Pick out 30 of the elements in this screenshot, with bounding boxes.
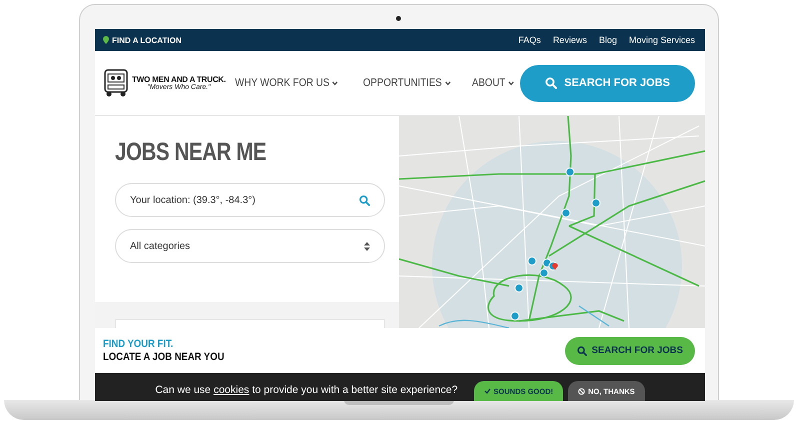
- eyebrow-text: FIND YOUR FIT.: [103, 338, 174, 350]
- chevron-down-icon: [508, 80, 514, 86]
- cookie-message: Can we use cookies to provide you with a better site experience?: [155, 384, 458, 396]
- chevron-down-icon: [444, 80, 450, 86]
- top-nav-link[interactable]: FAQs: [518, 35, 541, 45]
- category-select[interactable]: All categories: [115, 229, 385, 263]
- logo-name: TWO MEN AND A TRUCK.: [132, 76, 226, 84]
- chevron-down-icon: [332, 80, 339, 86]
- top-nav-link[interactable]: Moving Services: [628, 35, 695, 45]
- location-pin-icon: [103, 36, 109, 44]
- section-heading: LOCATE A JOB NEAR YOU: [103, 350, 224, 364]
- nav-menu-item[interactable]: WHY WORK FOR US: [235, 77, 339, 89]
- camera-icon: [396, 16, 401, 21]
- search-icon: [545, 77, 558, 89]
- search-jobs-button[interactable]: SEARCH FOR JOBS: [564, 336, 695, 364]
- top-nav-link[interactable]: Reviews: [552, 35, 587, 45]
- page-title: JOBS NEAR ME: [115, 138, 268, 167]
- search-icon: [576, 346, 587, 356]
- cookies-link[interactable]: cookies: [214, 384, 250, 396]
- sort-arrows-icon: [364, 242, 370, 250]
- nav-menu-item[interactable]: OPPORTUNITIES: [362, 77, 450, 89]
- search-icon: [359, 194, 370, 206]
- truck-icon: [103, 68, 129, 98]
- location-field[interactable]: Your location: (39.3°, -84.3°): [115, 183, 385, 217]
- find-location-link[interactable]: FIND A LOCATION: [103, 36, 182, 44]
- map-drawing[interactable]: [399, 116, 705, 328]
- block-icon: [578, 388, 586, 394]
- nav-menu-item[interactable]: ABOUT: [472, 77, 514, 89]
- top-nav-link[interactable]: Blog: [598, 35, 617, 45]
- check-icon: [484, 388, 491, 394]
